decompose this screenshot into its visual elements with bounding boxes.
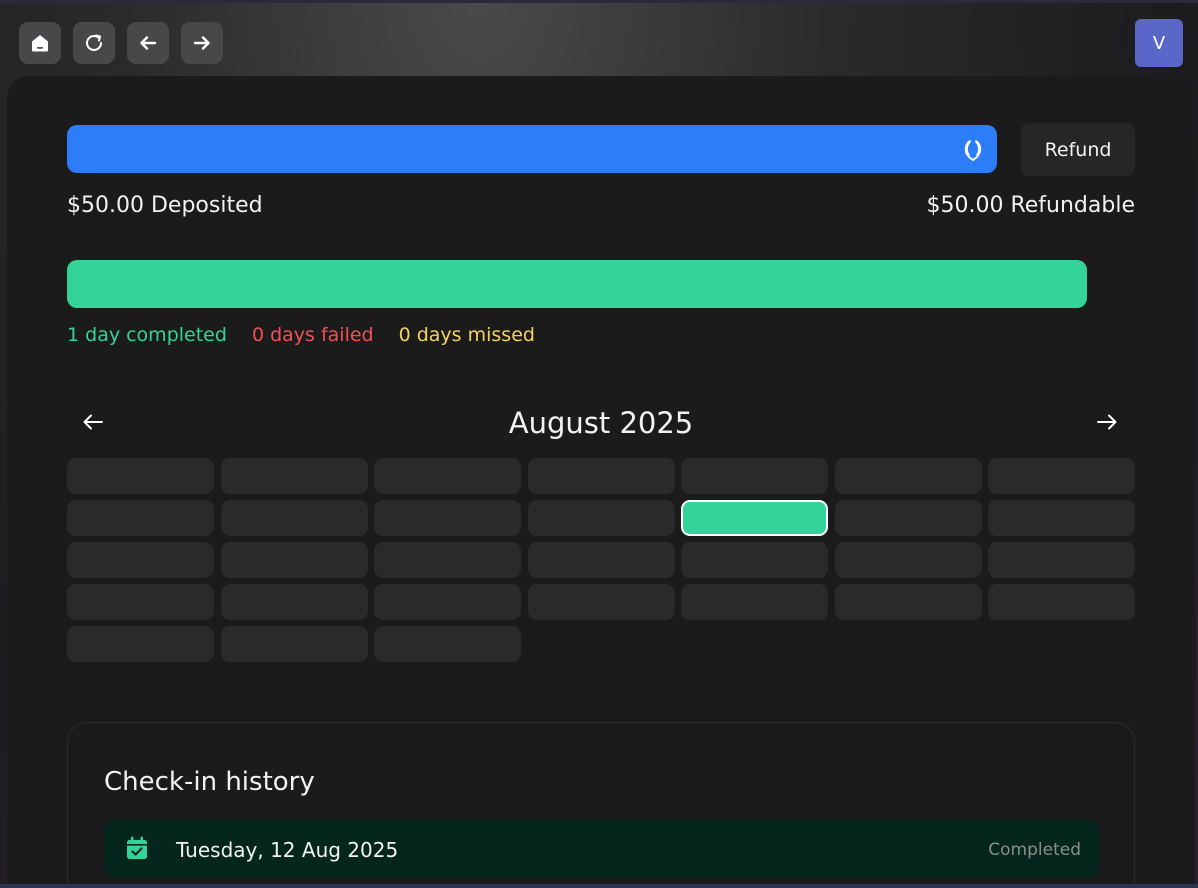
calendar-day-28[interactable] [988, 584, 1135, 620]
calendar-check-icon [127, 836, 147, 859]
calendar-day-21[interactable] [988, 542, 1135, 578]
challenge-panel: Refund $50.00 Deposited $50.00 Refundabl… [7, 76, 1195, 888]
home-icon [32, 35, 48, 52]
window-top-border [0, 0, 1198, 3]
calendar-day-13[interactable] [834, 500, 982, 536]
calendar-day-29[interactable] [67, 626, 214, 662]
calendar-day-23[interactable] [220, 584, 368, 620]
window-bottom-border [0, 884, 1198, 888]
refundable-amount: $50.00 Refundable [926, 193, 1136, 218]
failed-count: 0 days failed [251, 324, 374, 346]
deposited-amount: $50.00 Deposited [67, 193, 263, 218]
calendar-day-27[interactable] [834, 584, 982, 620]
calendar-day-15[interactable] [67, 542, 214, 578]
calendar-day-22[interactable] [67, 584, 214, 620]
calendar-day-1[interactable] [67, 458, 214, 494]
calendar-day-9[interactable] [220, 500, 368, 536]
user-avatar[interactable]: V [1135, 19, 1183, 67]
calendar-day-2[interactable] [220, 458, 368, 494]
next-month-button[interactable] [1093, 410, 1121, 434]
calendar-day-5[interactable] [681, 458, 828, 494]
calendar-day-24[interactable] [374, 584, 521, 620]
history-title: Check-in history [104, 767, 315, 797]
calendar-day-11[interactable] [527, 500, 675, 536]
completed-count: 1 day completed [67, 324, 227, 346]
calendar-day-8[interactable] [67, 500, 214, 536]
calendar-day-26[interactable] [681, 584, 828, 620]
forward-button[interactable] [181, 22, 223, 64]
calendar-day-25[interactable] [527, 584, 675, 620]
reload-icon [86, 34, 102, 51]
calendar-day-6[interactable] [834, 458, 982, 494]
calendar-day-12[interactable] [681, 500, 828, 536]
history-entry-status: Completed [988, 840, 1081, 860]
calendar-day-7[interactable] [988, 458, 1135, 494]
calendar-month: August 2025 [508, 406, 694, 440]
calendar-day-14[interactable] [988, 500, 1135, 536]
calendar-day-20[interactable] [834, 542, 982, 578]
calendar-day-16[interactable] [220, 542, 368, 578]
back-button[interactable] [127, 22, 169, 64]
arrow-right-icon [193, 36, 210, 50]
history-entry[interactable]: Tuesday, 12 Aug 2025 Completed [104, 820, 1099, 878]
arrow-left-icon [140, 36, 157, 50]
history-entry-date: Tuesday, 12 Aug 2025 [176, 838, 399, 862]
refund-button[interactable]: Refund [1021, 123, 1135, 176]
avatar-initial: V [1152, 32, 1166, 54]
calendar-day-19[interactable] [681, 542, 828, 578]
calendar-day-31[interactable] [374, 626, 521, 662]
calendar-day-3[interactable] [374, 458, 521, 494]
progress-bar [67, 260, 1087, 308]
calendar-grid [67, 458, 1135, 662]
calendar-day-30[interactable] [220, 626, 368, 662]
calendar-day-18[interactable] [527, 542, 675, 578]
calendar-day-4[interactable] [527, 458, 675, 494]
deposit-bar [67, 125, 997, 173]
reload-button[interactable] [73, 22, 115, 64]
calendar-day-10[interactable] [374, 500, 521, 536]
calendar-day-17[interactable] [374, 542, 521, 578]
progress-stats: 1 day completed 0 days failed 0 days mis… [67, 324, 535, 346]
laurel-icon [964, 140, 982, 162]
home-button[interactable] [19, 22, 61, 64]
missed-count: 0 days missed [398, 324, 535, 346]
checkin-history: Check-in history Tuesday, 12 Aug 2025 Co… [67, 722, 1135, 888]
